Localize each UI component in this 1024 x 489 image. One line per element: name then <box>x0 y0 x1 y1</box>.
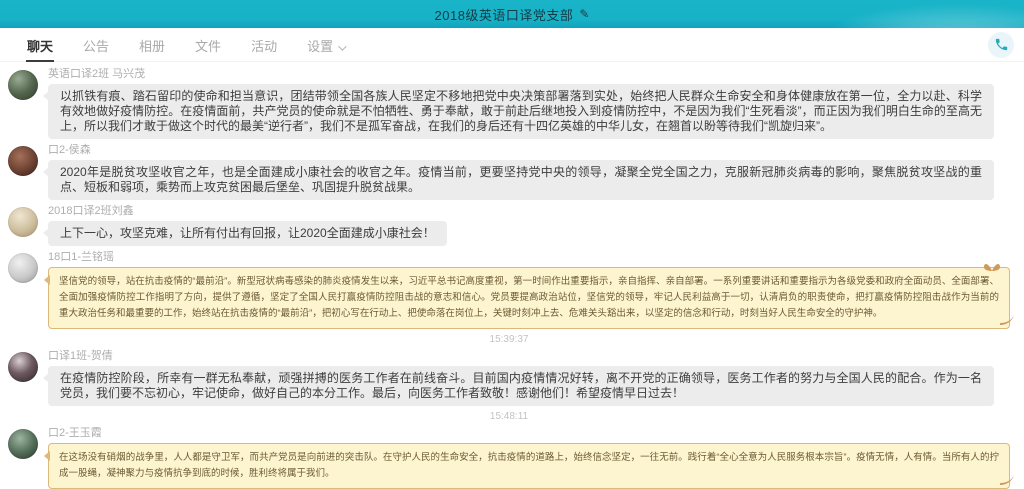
tab-files[interactable]: 文件 <box>194 28 222 62</box>
sender-name: 口译1班-贺倩 <box>48 350 1010 363</box>
sender-name: 18口1-兰铭瑶 <box>48 251 1010 264</box>
avatar[interactable] <box>8 207 38 237</box>
tab-activities[interactable]: 活动 <box>250 28 278 62</box>
page-curl-icon <box>999 314 1015 332</box>
sender-name: 英语口译2班 马兴茂 <box>48 68 1010 81</box>
group-header: 2018级英语口译党支部 ✎ <box>0 0 1024 28</box>
message-bubble: 在疫情防控阶段，所幸有一群无私奉献，顽强拼搏的医务工作者在前线奋斗。目前国内疫情… <box>48 366 994 406</box>
timestamp: 15:39:37 <box>8 334 1010 346</box>
chat-message: 口译1班-贺倩 在疫情防控阶段，所幸有一群无私奉献，顽强拼搏的医务工作者在前线奋… <box>8 350 1010 406</box>
phone-call-button[interactable] <box>988 32 1014 58</box>
sender-name: 口2-王玉霞 <box>48 427 1010 440</box>
sender-name: 口2-侯森 <box>48 144 1010 157</box>
message-bubble: 以抓铁有痕、踏石留印的使命和担当意识，团结带领全国各族人民坚定不移地把党中央决策… <box>48 84 994 139</box>
chat-message: 18口1-兰铭瑶 坚信党的领导，站在抗击疫情的“最前沿”。新型冠状病毒感染的肺炎… <box>8 251 1010 329</box>
chat-message-list[interactable]: 英语口译2班 马兴茂 以抓铁有痕、踏石留印的使命和担当意识，团结带领全国各族人民… <box>0 62 1024 489</box>
phone-icon <box>994 37 1009 52</box>
avatar[interactable] <box>8 352 38 382</box>
tab-bar: 聊天 公告 相册 文件 活动 设置 <box>0 28 1024 62</box>
avatar[interactable] <box>8 146 38 176</box>
edit-group-name-icon[interactable]: ✎ <box>579 7 589 21</box>
message-text: 2020年是脱贫攻坚收官之年，也是全面建成小康社会的收官之年。疫情当前，更要坚持… <box>60 165 982 194</box>
tab-chat[interactable]: 聊天 <box>26 28 54 62</box>
chevron-down-icon <box>338 42 346 50</box>
message-text: 在疫情防控阶段，所幸有一群无私奉献，顽强拼搏的医务工作者在前线奋斗。目前国内疫情… <box>60 371 982 400</box>
sender-name: 2018口译2班刘鑫 <box>48 205 1010 218</box>
group-chat-window: 2018级英语口译党支部 ✎ 聊天 公告 相册 文件 活动 设置 英语口译2班 … <box>0 0 1024 489</box>
chat-message: 2018口译2班刘鑫 上下一心，攻坚克难，让所有付出有回报，让2020全面建成小… <box>8 205 1010 246</box>
message-text: 上下一心，攻坚克难，让所有付出有回报，让2020全面建成小康社会！ <box>60 226 435 240</box>
chat-message: 英语口译2班 马兴茂 以抓铁有痕、踏石留印的使命和担当意识，团结带领全国各族人民… <box>8 68 1010 139</box>
message-bubble-highlighted: 坚信党的领导，站在抗击疫情的“最前沿”。新型冠状病毒感染的肺炎疫情发生以来，习近… <box>48 267 1010 329</box>
message-text: 坚信党的领导，站在抗击疫情的“最前沿”。新型冠状病毒感染的肺炎疫情发生以来，习近… <box>59 276 999 319</box>
group-title: 2018级英语口译党支部 <box>435 5 574 24</box>
message-text: 在这场没有硝烟的战争里，人人都是守卫军，而共产党员是向前进的突击队。在守护人民的… <box>59 452 999 479</box>
chat-message: 口2-王玉霞 在这场没有硝烟的战争里，人人都是守卫军，而共产党员是向前进的突击队… <box>8 427 1010 489</box>
tabs: 聊天 公告 相册 文件 活动 设置 <box>26 28 988 62</box>
message-text: 以抓铁有痕、踏石留印的使命和担当意识，团结带领全国各族人民坚定不移地把党中央决策… <box>60 89 982 133</box>
avatar[interactable] <box>8 429 38 459</box>
avatar[interactable] <box>8 253 38 283</box>
tab-settings-label: 设置 <box>307 39 333 54</box>
tab-albums[interactable]: 相册 <box>138 28 166 62</box>
tab-settings[interactable]: 设置 <box>306 28 345 62</box>
avatar[interactable] <box>8 70 38 100</box>
leaf-curl-icon <box>999 474 1015 489</box>
tab-announcements[interactable]: 公告 <box>82 28 110 62</box>
message-bubble: 2020年是脱贫攻坚收官之年，也是全面建成小康社会的收官之年。疫情当前，更要坚持… <box>48 160 994 200</box>
chat-message: 口2-侯森 2020年是脱贫攻坚收官之年，也是全面建成小康社会的收官之年。疫情当… <box>8 144 1010 200</box>
message-bubble: 上下一心，攻坚克难，让所有付出有回报，让2020全面建成小康社会！ <box>48 221 447 246</box>
timestamp: 15:48:11 <box>8 411 1010 423</box>
message-bubble-highlighted: 在这场没有硝烟的战争里，人人都是守卫军，而共产党员是向前进的突击队。在守护人民的… <box>48 443 1010 489</box>
